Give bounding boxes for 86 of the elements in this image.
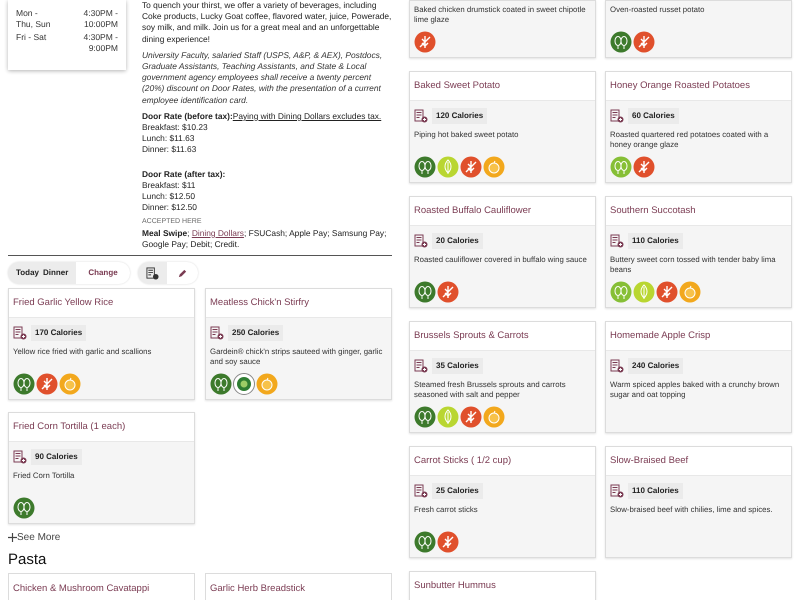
rate-line: Breakfast: $11 xyxy=(142,180,196,192)
calorie-count: 60 Calories xyxy=(628,108,679,124)
rate-label: Door Rate (after tax): xyxy=(142,168,226,180)
plus-icon xyxy=(8,533,17,542)
nutrition-icon[interactable] xyxy=(610,234,624,248)
trees-icon xyxy=(210,373,232,396)
day-label: Today xyxy=(15,267,39,280)
menu-item-card[interactable]: Garlic Herb Breadstick xyxy=(205,573,392,600)
item-title[interactable]: Sunbutter Hummus xyxy=(414,580,496,592)
item-title[interactable]: Slow-Braised Beef xyxy=(610,455,688,467)
fruit-icon xyxy=(483,156,505,178)
leaf-icon xyxy=(437,406,459,428)
fruit-icon xyxy=(679,281,701,303)
crossed-wheat-icon xyxy=(36,373,58,396)
tax-link[interactable]: Paying with Dining Dollars excludes tax. xyxy=(232,110,382,122)
calorie-count: 170 Calories xyxy=(31,325,86,342)
intro-paragraph: To quench your thirst, we offer a variety of beverages, including Coke products, Lucky Goat coffee, flavored water, juice, Powerade, soy milk, and milk. Join us for a great meal and an unforgettable dining experience! xyxy=(142,0,392,45)
calorie-count: 250 Calories xyxy=(228,325,284,342)
rate-line: Breakfast: $10.23 xyxy=(142,122,209,134)
trees-icon xyxy=(414,531,436,553)
crossed-wheat-icon xyxy=(633,156,655,178)
trees-icon xyxy=(414,156,436,178)
fruit-icon xyxy=(59,373,81,396)
nutrition-icon[interactable] xyxy=(210,326,224,340)
nutrition-icon[interactable] xyxy=(13,326,27,340)
calorie-count: 20 Calories xyxy=(432,233,483,249)
rate-line: Lunch: $12.50 xyxy=(142,191,196,202)
trees-icon xyxy=(13,497,35,520)
seal-icon xyxy=(233,373,255,396)
item-title[interactable]: Southern Succotash xyxy=(610,205,696,217)
nutrition-icon[interactable] xyxy=(414,109,428,123)
item-title[interactable]: Chicken & Mushroom Cavatappi xyxy=(13,583,150,594)
meal-label: Dinner xyxy=(42,267,70,280)
trees-icon xyxy=(610,31,632,53)
calorie-count: 240 Calories xyxy=(628,358,684,374)
payment-methods: Meal Swipe; Dining Dollars; FSUCash; Apple Pay; Samsung Pay; Google Pay; Debit; Credit. xyxy=(142,228,388,250)
edit-button[interactable] xyxy=(166,262,198,284)
rate-line: Lunch: $11.63 xyxy=(142,133,196,144)
see-more-button[interactable]: See More xyxy=(8,530,60,546)
calorie-count: 35 Calories xyxy=(432,358,483,374)
nutrition-icon[interactable] xyxy=(13,450,27,464)
item-title[interactable]: Baked Sweet Potato xyxy=(414,80,500,92)
crossed-wheat-icon xyxy=(656,281,678,303)
pencil-icon xyxy=(176,268,188,279)
nutrition-icon[interactable] xyxy=(610,109,624,123)
discount-paragraph: University Faculty, salaried Staff (USPS, A&P, & AEX), Postdocs, Graduate Assistants, Teaching Assistants, and State & Local government agency employees shall receive a twenty percent (20%) discount on Door Rates, with the presentation of a current employee identification card. xyxy=(142,50,384,106)
calorie-count: 110 Calories xyxy=(628,483,683,499)
rate-line: Dinner: $11.63 xyxy=(142,144,198,156)
section-heading: Pasta xyxy=(8,551,48,570)
crossed-wheat-icon xyxy=(437,281,459,303)
crossed-wheat-icon xyxy=(633,31,655,53)
leaf-icon xyxy=(437,156,459,178)
nutrition-icon[interactable] xyxy=(610,484,624,498)
item-title[interactable]: Garlic Herb Breadstick xyxy=(210,583,306,594)
trees-icon xyxy=(610,281,632,303)
hours-time: 4:30PM - 10:00PM xyxy=(82,8,118,30)
calorie-count: 110 Calories xyxy=(628,233,683,249)
calorie-count: 120 Calories xyxy=(432,108,488,124)
trees-icon xyxy=(414,406,436,428)
trees-icon xyxy=(414,281,436,303)
crossed-wheat-icon xyxy=(414,31,436,53)
nutrition-icon[interactable] xyxy=(414,234,428,248)
trees-icon xyxy=(610,156,632,178)
nutrition-icon[interactable] xyxy=(610,359,624,373)
hours-days: Fri - Sat xyxy=(16,32,56,54)
crossed-wheat-icon xyxy=(460,156,482,178)
hours-days: Mon - Thu, Sun xyxy=(16,8,56,30)
menu-item-card[interactable]: Chicken & Mushroom Cavatappi xyxy=(8,573,195,600)
fruit-icon xyxy=(256,373,278,396)
menu-item-card[interactable]: Sunbutter Hummus xyxy=(409,571,596,600)
change-button[interactable]: Change xyxy=(76,262,130,284)
nutrition-icon[interactable] xyxy=(414,484,428,498)
rate-line: Dinner: $12.50 xyxy=(142,202,198,214)
crossed-wheat-icon xyxy=(437,531,459,553)
leaf-icon xyxy=(633,281,655,303)
calculator-icon xyxy=(146,266,159,280)
fruit-icon xyxy=(483,406,505,428)
meal-selector[interactable]: Today Dinner Change xyxy=(8,262,130,284)
nutrition-icon[interactable] xyxy=(414,359,428,373)
dining-dollars-link[interactable]: Dining Dollars xyxy=(192,228,244,238)
crossed-wheat-icon xyxy=(460,406,482,428)
calorie-count: 90 Calories xyxy=(31,449,82,466)
hours-time: 4:30PM - 9:00PM xyxy=(82,32,118,54)
rate-label: Door Rate (before tax): xyxy=(142,110,233,122)
trees-icon xyxy=(13,373,35,396)
calorie-count: 25 Calories xyxy=(432,483,483,499)
